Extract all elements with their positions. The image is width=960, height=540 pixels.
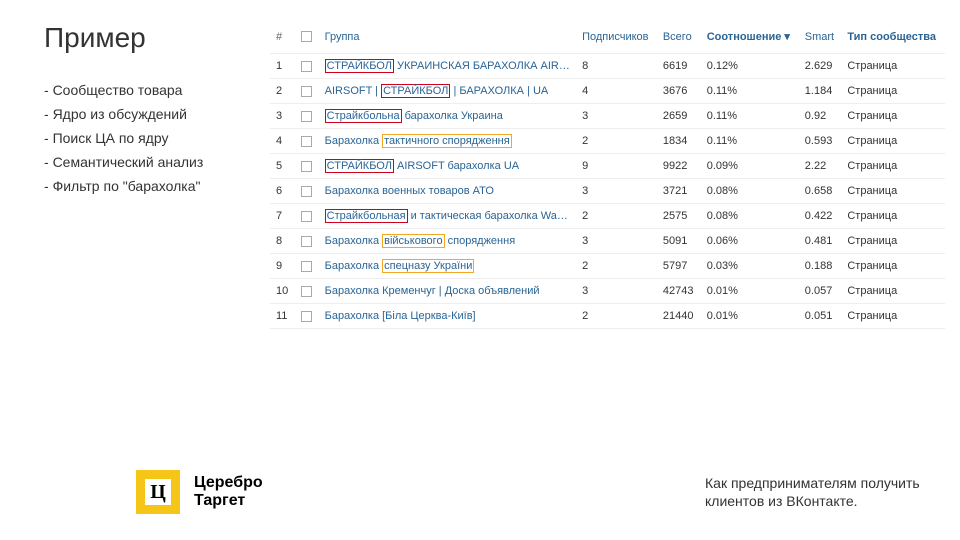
cell-group[interactable]: Страйкбольна барахолка Украина (319, 104, 576, 129)
logo-text: Церебро Таргет (194, 474, 263, 511)
list-item: Поиск ЦА по ядру (44, 130, 264, 146)
logo: Ц Церебро Таргет (136, 470, 263, 514)
checkbox-icon[interactable] (301, 186, 312, 197)
cell-ratio: 0.12% (701, 54, 799, 79)
bullet-list: Сообщество товара Ядро из обсуждений Пои… (44, 82, 264, 202)
col-ratio[interactable]: Соотношение ▾ (701, 20, 799, 54)
col-group[interactable]: Группа (319, 20, 576, 54)
checkbox-icon[interactable] (301, 86, 312, 97)
checkbox-icon[interactable] (301, 311, 312, 322)
col-smart[interactable]: Smart (799, 20, 842, 54)
list-item: Сообщество товара (44, 82, 264, 98)
table-row[interactable]: 10 Барахолка Кременчуг | Доска объявлени… (270, 279, 945, 304)
cell-group[interactable]: СТРАЙКБОЛ AIRSOFT барахолка UA (319, 154, 576, 179)
col-total[interactable]: Всего (657, 20, 701, 54)
table-row[interactable]: 11 Барахолка [Біла Церква-Київ] 2214400.… (270, 304, 945, 329)
checkbox-icon[interactable] (301, 286, 312, 297)
table-row[interactable]: 9 Барахолка спецназу України 257970.03%0… (270, 254, 945, 279)
table-row[interactable]: 2 AIRSOFT | СТРАЙКБОЛ | БАРАХОЛКА | UA 4… (270, 79, 945, 104)
page-title: Пример (44, 22, 146, 54)
checkbox-icon[interactable] (301, 111, 312, 122)
table-row[interactable]: 1 СТРАЙКБОЛ УКРАИНСКАЯ БАРАХОЛКА AIRSOFT… (270, 54, 945, 79)
checkbox-icon[interactable] (301, 261, 312, 272)
table-row[interactable]: 8 Барахолка військового спорядження 3509… (270, 229, 945, 254)
table-row[interactable]: 4 Барахолка тактичного спорядження 21834… (270, 129, 945, 154)
cell-group[interactable]: Барахолка військового спорядження (319, 229, 576, 254)
col-num[interactable]: # (270, 20, 295, 54)
table-row[interactable]: 3 Страйкбольна барахолка Украина 326590.… (270, 104, 945, 129)
checkbox-icon[interactable] (301, 61, 312, 72)
checkbox-icon[interactable] (301, 211, 312, 222)
cell-group[interactable]: Барахолка военных товаров АТО (319, 179, 576, 204)
cell-type: Страница (841, 54, 945, 79)
list-item: Ядро из обсуждений (44, 106, 264, 122)
cell-group[interactable]: СТРАЙКБОЛ УКРАИНСКАЯ БАРАХОЛКА AIRSOFT У… (319, 54, 576, 79)
col-subscribers[interactable]: Подписчиков (576, 20, 657, 54)
cell-smart: 2.629 (799, 54, 842, 79)
cell-group[interactable]: Барахолка [Біла Церква-Київ] (319, 304, 576, 329)
checkbox-icon[interactable] (301, 161, 312, 172)
table-row[interactable]: 7 Страйкбольная и тактическая барахолка … (270, 204, 945, 229)
list-item: Фильтр по "барахолка" (44, 178, 264, 194)
cell-num: 1 (270, 54, 295, 79)
table-header-row: # Группа Подписчиков Всего Соотношение ▾… (270, 20, 945, 54)
checkbox-icon[interactable] (301, 236, 312, 247)
results-table: # Группа Подписчиков Всего Соотношение ▾… (270, 20, 945, 329)
checkbox-all-icon[interactable] (301, 31, 312, 42)
col-type[interactable]: Тип сообщества (841, 20, 945, 54)
cell-group[interactable]: Страйкбольная и тактическая барахолка Wa… (319, 204, 576, 229)
list-item: Семантический анализ (44, 154, 264, 170)
table-row[interactable]: 6 Барахолка военных товаров АТО 337210.0… (270, 179, 945, 204)
footer: Ц Церебро Таргет Как предпринимателям по… (136, 470, 960, 514)
cell-total: 6619 (657, 54, 701, 79)
table-row[interactable]: 5 СТРАЙКБОЛ AIRSOFT барахолка UA 999220.… (270, 154, 945, 179)
logo-icon: Ц (136, 470, 180, 514)
col-checkbox[interactable] (295, 20, 319, 54)
checkbox-icon[interactable] (301, 136, 312, 147)
cell-group[interactable]: AIRSOFT | СТРАЙКБОЛ | БАРАХОЛКА | UA (319, 79, 576, 104)
footer-caption: Как предпринимателям получить клиентов и… (705, 474, 925, 510)
cell-subs: 8 (576, 54, 657, 79)
cell-group[interactable]: Барахолка тактичного спорядження (319, 129, 576, 154)
cell-group[interactable]: Барахолка спецназу України (319, 254, 576, 279)
cell-group[interactable]: Барахолка Кременчуг | Доска объявлений (319, 279, 576, 304)
